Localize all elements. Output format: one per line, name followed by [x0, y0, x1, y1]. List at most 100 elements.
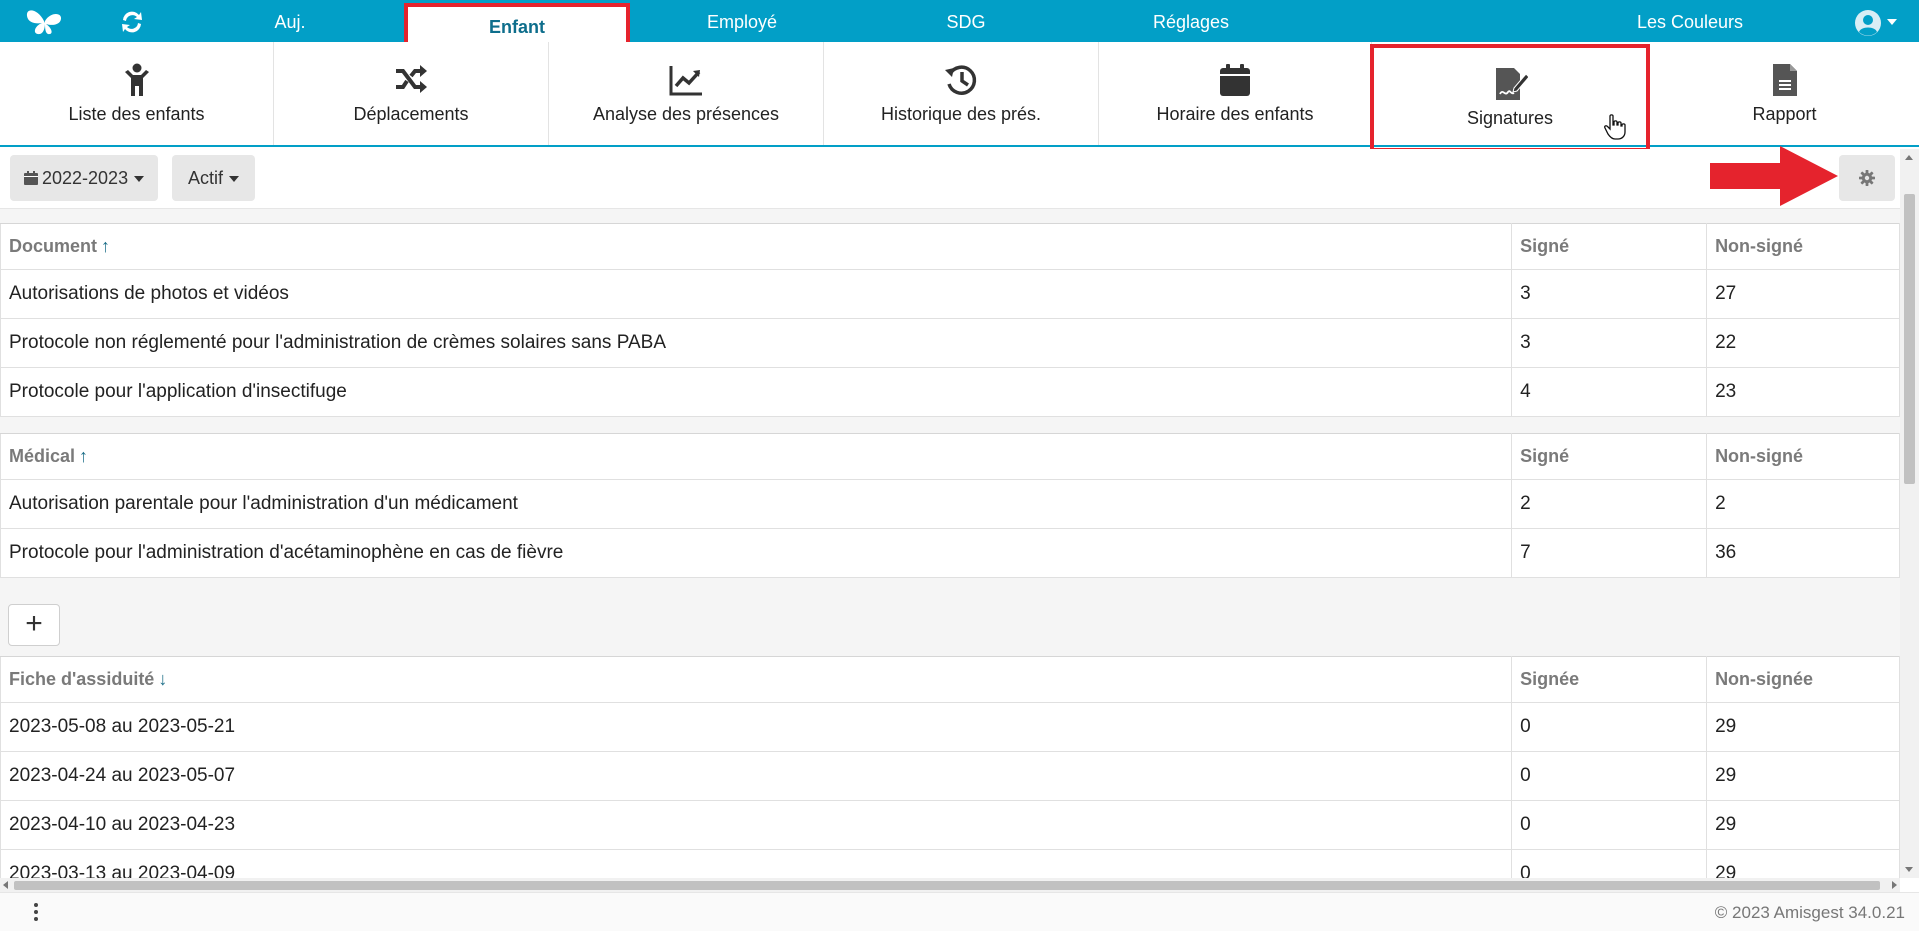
- period-range: 2023-03-13 au 2023-04-09: [0, 849, 1513, 878]
- unsigned-count: 29: [1706, 702, 1900, 752]
- topnav-today[interactable]: Auj.: [230, 0, 350, 42]
- signed-column-header[interactable]: Signé: [1511, 433, 1708, 480]
- sync-icon[interactable]: [118, 9, 146, 35]
- unsigned-column-header[interactable]: Non-signé: [1706, 433, 1900, 480]
- signed-count: 0: [1511, 849, 1708, 878]
- unsigned-count: 29: [1706, 751, 1900, 801]
- vertical-scrollbar[interactable]: [1900, 149, 1919, 878]
- document-name: Protocole non réglementé pour l'administ…: [0, 318, 1513, 368]
- signed-count: 0: [1511, 702, 1708, 752]
- period-range: 2023-04-10 au 2023-04-23: [0, 800, 1513, 850]
- table-row[interactable]: Protocole non réglementé pour l'administ…: [0, 318, 1900, 368]
- horizontal-scrollbar[interactable]: [0, 878, 1900, 892]
- scroll-left-icon[interactable]: [3, 881, 8, 889]
- subnav-child-list[interactable]: Liste des enfants: [0, 42, 274, 145]
- subnav-moves[interactable]: Déplacements: [274, 42, 549, 145]
- scroll-down-icon[interactable]: [1905, 867, 1913, 872]
- signed-count: 7: [1511, 528, 1708, 578]
- topnav-reglages[interactable]: Réglages: [1131, 0, 1251, 42]
- subnav-label: Horaire des enfants: [1156, 104, 1314, 124]
- unsigned-column-header[interactable]: Non-signée: [1706, 656, 1900, 703]
- organization-name[interactable]: Les Couleurs: [1580, 0, 1800, 42]
- subnav-label: Déplacements: [353, 104, 469, 124]
- document-name: Protocole pour l'administration d'acétam…: [0, 528, 1513, 578]
- school-year-dropdown[interactable]: 2022-2023: [10, 155, 159, 201]
- status-dropdown[interactable]: Actif: [172, 155, 256, 201]
- period-range: 2023-04-24 au 2023-05-07: [0, 751, 1513, 801]
- sort-ascending-icon: ↑: [79, 446, 89, 466]
- table-row[interactable]: Protocole pour l'application d'insectifu…: [0, 367, 1900, 417]
- subnav-label: Historique des prés.: [880, 104, 1042, 124]
- signed-column-header[interactable]: Signé: [1511, 223, 1708, 270]
- subnav-attendance-history[interactable]: Historique des prés.: [824, 42, 1099, 145]
- unsigned-count: 29: [1706, 800, 1900, 850]
- table-row[interactable]: 2023-03-13 au 2023-04-09 0 29: [0, 849, 1900, 878]
- subnav-report[interactable]: Rapport: [1650, 42, 1919, 145]
- filter-toolbar: 2022-2023 Actif: [0, 149, 1900, 209]
- document-name: Protocole pour l'application d'insectifu…: [0, 367, 1513, 417]
- medical-column-header[interactable]: Médical ↑: [0, 433, 1513, 480]
- calendar-icon: [1220, 64, 1250, 96]
- table-row[interactable]: 2023-05-08 au 2023-05-21 0 29: [0, 702, 1900, 752]
- signatures-content: Document ↑ Signé Non-signé Autorisations …: [0, 209, 1900, 878]
- signed-column-header[interactable]: Signée: [1511, 656, 1708, 703]
- vertical-scroll-thumb[interactable]: [1904, 194, 1915, 484]
- footer: © 2023 Amisgest 34.0.21: [0, 892, 1919, 931]
- table-row[interactable]: 2023-04-10 au 2023-04-23 0 29: [0, 800, 1900, 850]
- document-column-header[interactable]: Document ↑: [0, 223, 1513, 270]
- caret-down-icon: [229, 176, 240, 183]
- unsigned-count: 2: [1706, 479, 1900, 529]
- unsigned-column-header[interactable]: Non-signé: [1706, 223, 1900, 270]
- signed-count: 3: [1511, 269, 1708, 319]
- child-icon: [124, 63, 149, 96]
- unsigned-count: 29: [1706, 849, 1900, 878]
- settings-button[interactable]: [1839, 155, 1895, 201]
- shuffle-icon: [396, 65, 427, 93]
- butterfly-logo-icon[interactable]: [24, 7, 64, 37]
- add-button[interactable]: +: [8, 604, 60, 646]
- attendance-sheet-column-header[interactable]: Fiche d'assiduité ↓: [0, 656, 1513, 703]
- user-avatar-icon[interactable]: [1854, 9, 1882, 37]
- signed-count: 2: [1511, 479, 1708, 529]
- subnav-label: Rapport: [1752, 104, 1817, 124]
- documents-table: Document ↑ Signé Non-signé Autorisations …: [0, 223, 1900, 417]
- school-year-value: 2022-2023: [42, 168, 129, 188]
- table-row[interactable]: Autorisations de photos et vidéos 3 27: [0, 269, 1900, 319]
- table-header-row: Document ↑ Signé Non-signé: [0, 223, 1900, 270]
- unsigned-count: 36: [1706, 528, 1900, 578]
- sub-navigation: Liste des enfants Déplacements Analyse d…: [0, 42, 1919, 152]
- medical-table: Médical ↑ Signé Non-signé Autorisation pa…: [0, 433, 1900, 578]
- topnav-employe[interactable]: Employé: [682, 0, 802, 42]
- hand-cursor-icon: [1604, 114, 1626, 140]
- history-icon: [945, 65, 977, 95]
- table-header-row: Médical ↑ Signé Non-signé: [0, 433, 1900, 480]
- horizontal-scroll-thumb[interactable]: [14, 881, 1880, 890]
- subnav-attendance-analysis[interactable]: Analyse des présences: [549, 42, 824, 145]
- copyright-text: © 2023 Amisgest 34.0.21: [1714, 903, 1905, 922]
- scroll-up-icon[interactable]: [1905, 155, 1913, 160]
- signed-count: 4: [1511, 367, 1708, 417]
- top-navigation-bar: Auj. Enfant Employé SDG Réglages Les Cou…: [0, 0, 1919, 47]
- unsigned-count: 27: [1706, 269, 1900, 319]
- table-row[interactable]: Protocole pour l'administration d'acétam…: [0, 528, 1900, 578]
- user-menu-caret-icon[interactable]: [1887, 19, 1897, 25]
- calendar-small-icon: [24, 171, 38, 185]
- scroll-right-icon[interactable]: [1892, 881, 1897, 889]
- subnav-label: Liste des enfants: [68, 104, 205, 124]
- status-value: Actif: [188, 168, 224, 188]
- table-row[interactable]: 2023-04-24 au 2023-05-07 0 29: [0, 751, 1900, 801]
- unsigned-count: 22: [1706, 318, 1900, 368]
- gear-icon: [1859, 170, 1875, 186]
- table-header-row: Fiche d'assiduité ↓ Signée Non-signée: [0, 656, 1900, 703]
- sort-descending-icon: ↓: [158, 669, 168, 689]
- signed-count: 0: [1511, 800, 1708, 850]
- trend-chart-icon: [669, 66, 702, 96]
- subnav-child-schedule[interactable]: Horaire des enfants: [1099, 42, 1372, 145]
- more-options-icon[interactable]: [28, 903, 44, 923]
- attendance-sheet-table: Fiche d'assiduité ↓ Signée Non-signée 202…: [0, 656, 1900, 878]
- document-name: Autorisations de photos et vidéos: [0, 269, 1513, 319]
- topnav-enfant[interactable]: Enfant: [404, 3, 630, 47]
- table-row[interactable]: Autorisation parentale pour l'administra…: [0, 479, 1900, 529]
- topnav-sdg[interactable]: SDG: [906, 0, 1026, 42]
- unsigned-count: 23: [1706, 367, 1900, 417]
